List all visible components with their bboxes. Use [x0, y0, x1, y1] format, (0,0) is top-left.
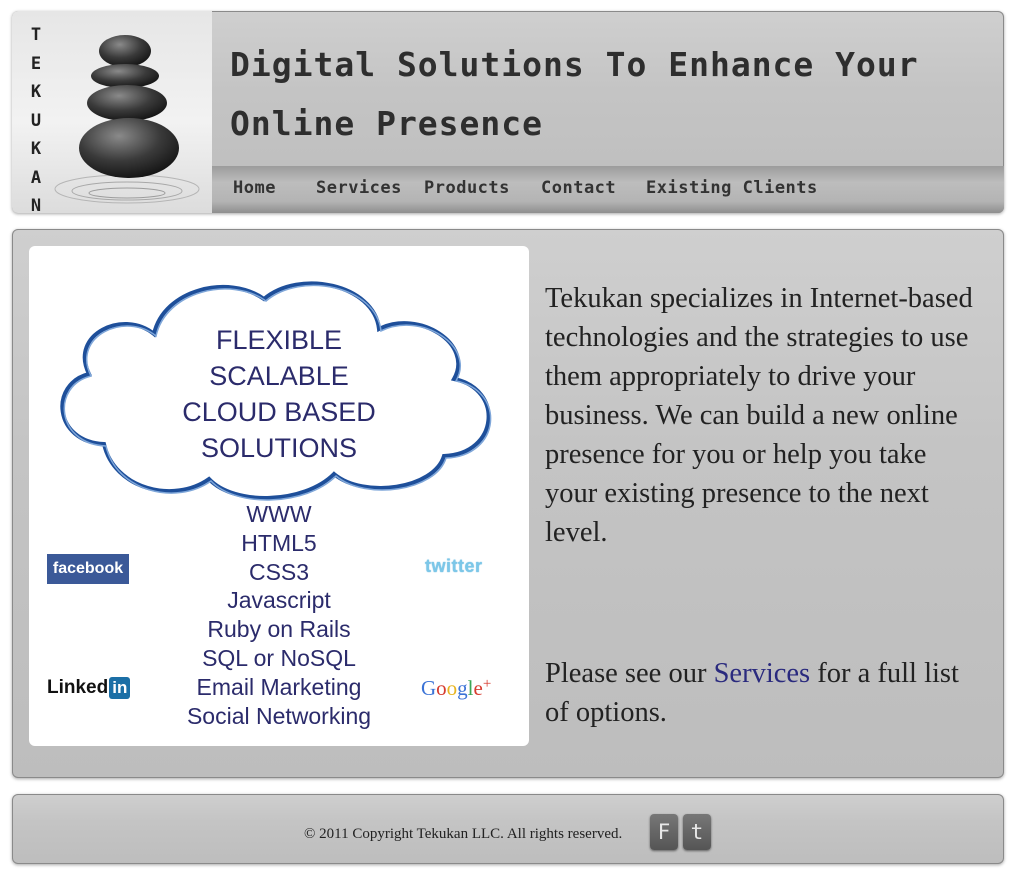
cloud-line: SCALABLE — [209, 361, 349, 391]
technology-list: WWW HTML5 CSS3 Javascript Ruby on Rails … — [129, 500, 429, 730]
google-letter: o — [436, 676, 447, 700]
nav-home[interactable]: Home — [233, 178, 276, 198]
nav-products[interactable]: Products — [424, 178, 510, 198]
twitter-button[interactable]: t — [683, 814, 711, 850]
linkedin-logo: Linked in — [47, 677, 131, 699]
tekukan-logo[interactable]: T E K U K A N — [12, 11, 212, 213]
cloud-line: CLOUD BASED — [182, 397, 376, 427]
google-plus-logo: Google+ — [421, 676, 491, 701]
logo-letter: K — [30, 82, 42, 102]
technology-item: HTML5 — [241, 529, 317, 556]
copyright-text: © 2011 Copyright Tekukan LLC. All rights… — [304, 826, 623, 842]
services-link[interactable]: Services — [714, 658, 811, 689]
services-callout: Please see our Services for a full list … — [545, 654, 985, 732]
facebook-button[interactable]: F — [650, 814, 678, 850]
logo-letter: K — [30, 139, 42, 159]
tagline-line: Online Presence — [230, 104, 544, 143]
technology-item: WWW — [246, 501, 312, 527]
logo-letter: A — [30, 167, 42, 188]
site-footer: © 2011 Copyright Tekukan LLC. All rights… — [12, 794, 1004, 864]
services-callout-prefix: Please see our — [545, 658, 714, 689]
company-description: Tekukan specializes in Internet-based te… — [545, 283, 973, 548]
tagline-line: Digital Solutions To Enhance Your — [230, 45, 919, 84]
cloud-line: SOLUTIONS — [200, 433, 358, 463]
stacked-stones-image — [54, 35, 200, 204]
nav-contact[interactable]: Contact — [541, 178, 616, 198]
cloud-line: FLEXIBLE — [215, 325, 343, 355]
logo-wordmark: T E K U K A N — [26, 21, 46, 213]
linkedin-text: Linked — [47, 677, 109, 698]
technology-item: Ruby on Rails — [207, 616, 351, 643]
linkedin-in-box: in — [109, 677, 131, 699]
main-content: FLEXIBLE SCALABLE CLOUD BASED SOLUTIONS … — [12, 229, 1004, 778]
google-letter: e — [473, 676, 483, 700]
site-tagline: Digital Solutions To Enhance Your Online… — [230, 35, 990, 153]
google-letter: + — [482, 676, 492, 692]
technology-item: Social Networking — [186, 702, 372, 729]
site-header: T E K U K A N Digital Solutions To Enhan… — [12, 11, 1004, 213]
technology-item: SQL or NoSQL — [202, 644, 356, 671]
logo-letter: N — [30, 196, 42, 213]
cloud-text: FLEXIBLE SCALABLE CLOUD BASED SOLUTIONS — [129, 322, 429, 466]
technology-item: CSS3 — [248, 558, 310, 585]
main-navigation: Home Services Products Contact Existing … — [212, 166, 1004, 213]
logo-letter: U — [30, 110, 42, 131]
nav-existing-clients[interactable]: Existing Clients — [646, 178, 818, 198]
google-letter: g — [457, 676, 468, 700]
twitter-logo: twitter — [425, 556, 483, 576]
google-letter: G — [421, 676, 437, 700]
technology-item: Javascript — [227, 587, 331, 614]
google-letter: o — [446, 676, 458, 700]
technology-item: Email Marketing — [196, 673, 362, 700]
promo-image: FLEXIBLE SCALABLE CLOUD BASED SOLUTIONS … — [29, 246, 529, 746]
logo-letter: T — [30, 25, 42, 45]
nav-services[interactable]: Services — [316, 178, 402, 198]
facebook-logo: facebook — [47, 554, 129, 584]
logo-letter: E — [30, 53, 42, 74]
